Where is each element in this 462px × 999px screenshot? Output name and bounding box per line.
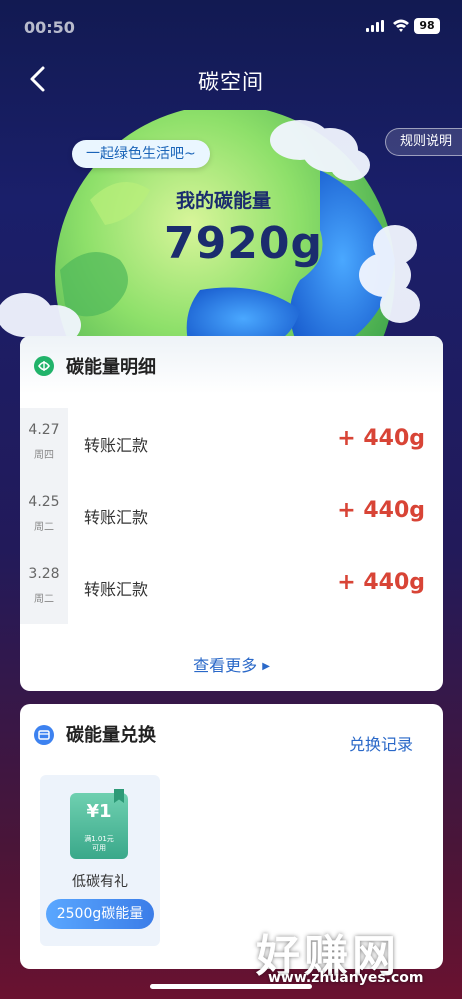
status-time: 00:50 [24,18,75,37]
coupon-amount: ¥1 [86,801,112,822]
page-title: 碳空间 [198,70,264,94]
signal-icon [366,20,384,32]
record-day: 4.27 [28,422,60,438]
coupon-note: 满1.01元 可用 [70,835,128,853]
redeem-button[interactable]: 2500g碳能量 [46,899,154,929]
triangle-right-icon: ▶ [262,661,270,672]
exchange-history-link[interactable]: 兑换记录 [349,731,413,755]
record-amount: + 440g [337,498,425,523]
record-date: 4.27 周四 [20,408,68,480]
energy-exchange-card: 碳能量兑换 兑换记录 ¥1 满1.01元 可用 低碳有礼 2500g碳能量 [20,704,443,969]
view-more-link[interactable]: 查看更多 ▶ [20,652,443,676]
record-amount: + 440g [337,570,425,595]
coupon-image: ¥1 满1.01元 可用 [70,789,128,859]
record-weekday: 周二 [34,594,54,605]
list-item: 3.28 周二 转账汇款 + 440g [20,552,443,624]
energy-value: 7920g [164,218,323,269]
record-desc: 转账汇款 [84,436,149,455]
coupon-usable: 可用 [92,844,106,852]
energy-detail-card: 碳能量明细 4.27 周四 转账汇款 + 440g 4.25 周二 转账汇款 +… [20,336,443,691]
record-day: 4.25 [28,494,60,510]
nav-bar: 碳空间 [0,56,462,102]
list-item: 4.27 周四 转账汇款 + 440g [20,408,443,480]
record-list: 4.27 周四 转账汇款 + 440g 4.25 周二 转账汇款 + 440g … [20,408,443,624]
record-weekday: 周四 [34,450,54,461]
gift-name: 低碳有礼 [72,874,128,890]
card-title: 碳能量兑换 [66,725,156,746]
energy-label: 我的碳能量 [176,190,272,212]
record-date: 3.28 周二 [20,552,68,624]
card-header: 碳能量明细 [20,336,443,394]
status-bar: 00:50 98 [0,0,462,52]
home-indicator[interactable] [150,984,312,989]
card-title: 碳能量明细 [66,357,156,378]
leaf-badge-icon [34,356,54,376]
record-weekday: 周二 [34,522,54,533]
record-date: 4.25 周二 [20,480,68,552]
battery-icon: 98 [414,18,440,34]
record-desc: 转账汇款 [84,580,149,599]
record-day: 3.28 [28,566,60,582]
list-item: 4.25 周二 转账汇款 + 440g [20,480,443,552]
slogan-bubble: 一起绿色生活吧~ [72,140,210,168]
wifi-icon [392,18,410,36]
gift-item[interactable]: ¥1 满1.01元 可用 低碳有礼 2500g碳能量 [40,775,160,946]
record-amount: + 440g [337,426,425,451]
card-header: 碳能量兑换 兑换记录 [20,704,443,762]
gift-box-icon [34,725,54,745]
coupon-condition: 满1.01元 [84,835,114,843]
view-more-label: 查看更多 [193,656,258,675]
rules-button[interactable]: 规则说明 [384,128,462,156]
record-desc: 转账汇款 [84,508,149,527]
